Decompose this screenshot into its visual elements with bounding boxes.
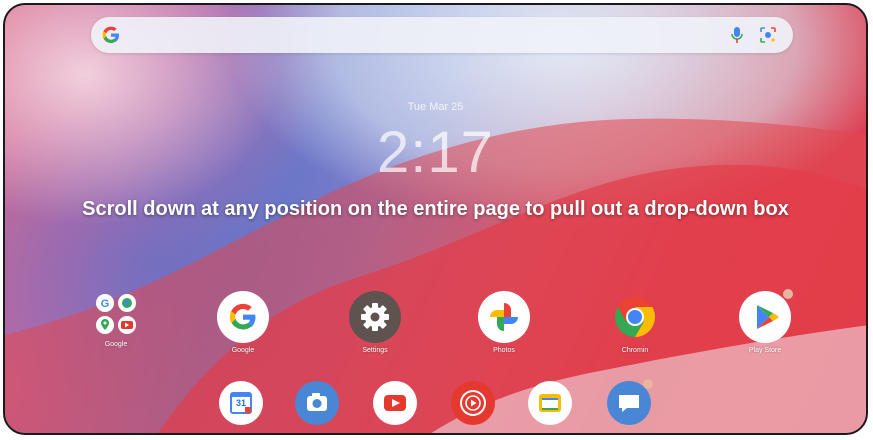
chrome-icon	[609, 291, 661, 343]
camera-icon[interactable]	[295, 381, 339, 425]
app-google[interactable]: Google	[198, 291, 288, 354]
slides-icon[interactable]	[528, 381, 572, 425]
settings-icon	[349, 291, 401, 343]
mic-icon[interactable]	[729, 26, 745, 44]
app-label: Chromin	[621, 347, 649, 354]
lens-icon[interactable]	[759, 26, 777, 44]
google-icon	[217, 291, 269, 343]
youtube-icon[interactable]	[373, 381, 417, 425]
app-label: Google	[231, 347, 255, 354]
notification-dot	[643, 379, 653, 389]
app-label: Photos	[493, 347, 515, 354]
play-store-icon	[739, 289, 793, 343]
youtube-music-icon[interactable]	[451, 381, 495, 425]
home-screen[interactable]: Tue Mar 25 2:17 Scroll down at any posit…	[3, 3, 868, 435]
google-folder-icon: G	[93, 291, 139, 337]
lockscreen-date: Tue Mar 25	[407, 101, 464, 113]
instruction-text: Scroll down at any position on the entir…	[82, 198, 789, 220]
google-logo-icon	[102, 26, 119, 43]
app-play-store[interactable]: Play Store	[720, 289, 810, 354]
app-label: Settings	[362, 347, 388, 354]
notification-dot	[783, 289, 793, 299]
app-label: Play Store	[748, 347, 782, 354]
search-bar[interactable]	[91, 17, 793, 53]
messages-icon[interactable]	[607, 379, 653, 425]
calendar-day: 31	[235, 398, 246, 408]
calendar-icon[interactable]: 31	[219, 381, 263, 425]
app-label: Google	[104, 341, 128, 348]
app-chrome[interactable]: Chromin	[590, 291, 680, 354]
svg-text:G: G	[101, 298, 110, 310]
app-google-folder[interactable]: G Google	[71, 291, 161, 348]
app-photos[interactable]: Photos	[459, 291, 549, 354]
photos-icon	[478, 291, 530, 343]
app-settings[interactable]: Settings	[330, 291, 420, 354]
lockscreen-clock: 2:17	[377, 120, 494, 185]
